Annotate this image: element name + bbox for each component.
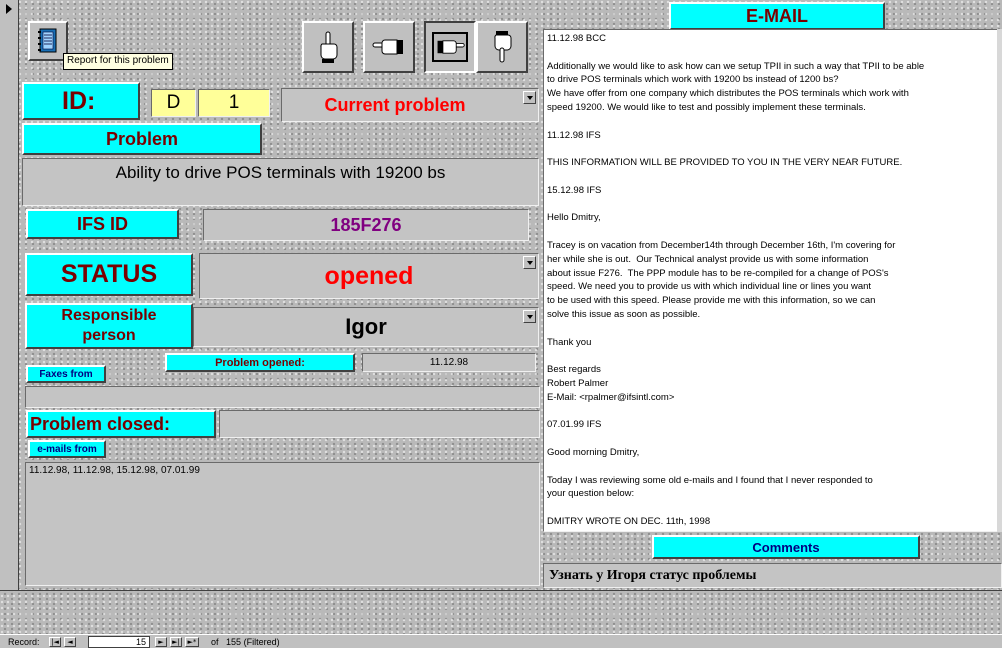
status-value: opened — [324, 261, 414, 290]
last-record-button[interactable]: ►| — [170, 637, 182, 647]
pointing-hand-up-icon — [320, 31, 338, 63]
problem-opened-label: Problem opened: — [165, 353, 355, 372]
current-problem-text: Current problem — [324, 94, 466, 115]
record-navigation-bar — [0, 634, 1002, 648]
problem-opened-field[interactable]: 11.12.98 — [362, 353, 536, 372]
id-prefix-field[interactable]: D — [151, 89, 196, 117]
problem-closed-label: Problem closed: — [26, 410, 216, 438]
email-scrollbar[interactable] — [997, 29, 1002, 532]
responsible-value: Igor — [345, 314, 387, 339]
faxes-from-label: Faxes from — [26, 365, 106, 383]
emails-from-field[interactable]: 11.12.98, 11.12.98, 15.12.98, 07.01.99 — [25, 462, 540, 586]
responsible-label: Responsible person — [25, 303, 193, 349]
email-body[interactable]: 11.12.98 BCC Additionally we would like … — [543, 29, 1002, 532]
prev-record-button[interactable]: ◄ — [64, 637, 76, 647]
nav-left-button[interactable] — [363, 21, 415, 73]
pointing-hand-left-icon — [372, 39, 403, 55]
emails-from-label: e-mails from — [28, 440, 106, 458]
current-problem-combo[interactable]: Current problem — [281, 88, 539, 122]
status-label: STATUS — [25, 253, 193, 296]
comments-value: Узнать у Игоря статус проблемы — [549, 567, 757, 583]
status-dropdown-icon[interactable] — [523, 256, 536, 269]
new-record-button[interactable]: ►* — [185, 637, 199, 647]
id-number-field[interactable]: 1 — [198, 89, 270, 117]
pointing-hand-right-icon — [437, 40, 465, 54]
faxes-from-field[interactable] — [25, 386, 540, 408]
nav-down-button[interactable] — [476, 21, 528, 73]
form-footer — [0, 590, 1002, 634]
current-problem-dropdown-icon[interactable] — [523, 91, 536, 104]
email-title: E-MAIL — [669, 2, 885, 30]
tooltip: Report for this problem — [63, 53, 173, 70]
id-label: ID: — [22, 82, 140, 120]
record-selector-bar[interactable] — [0, 0, 19, 590]
record-number-value: 15 — [135, 637, 146, 647]
responsible-dropdown-icon[interactable] — [523, 310, 536, 323]
ifs-id-label: IFS ID — [26, 209, 179, 239]
nav-right-button[interactable] — [424, 21, 476, 73]
of-label: of — [211, 637, 219, 647]
problem-text: Ability to drive POS terminals with 1920… — [115, 163, 446, 182]
next-record-button[interactable]: ► — [155, 637, 167, 647]
problem-text-field[interactable]: Ability to drive POS terminals with 1920… — [22, 158, 539, 206]
record-label: Record: — [8, 637, 40, 647]
record-number-input[interactable]: 15 — [88, 636, 150, 648]
ifs-id-field[interactable]: 185F276 — [203, 209, 529, 241]
record-selector-arrow-icon — [6, 4, 12, 14]
record-total: 155 — [226, 637, 242, 647]
report-book-icon — [38, 28, 57, 53]
responsible-combo[interactable]: Igor — [193, 307, 539, 347]
status-combo[interactable]: opened — [199, 253, 539, 299]
pointing-hand-down-icon — [494, 31, 512, 63]
report-button[interactable] — [28, 21, 68, 61]
filtered-label: (Filtered) — [243, 637, 280, 647]
problem-opened-value: 11.12.98 — [429, 357, 469, 368]
record-count: of 155 (Filtered) — [211, 637, 280, 647]
ifs-id-value: 185F276 — [330, 214, 402, 235]
nav-up-button[interactable] — [302, 21, 354, 73]
comments-field[interactable]: Узнать у Игоря статус проблемы — [543, 563, 1002, 588]
problem-label: Problem — [22, 123, 262, 155]
emails-from-value: 11.12.98, 11.12.98, 15.12.98, 07.01.99 — [29, 465, 200, 476]
problem-closed-field[interactable] — [219, 410, 540, 438]
comments-label: Comments — [652, 535, 920, 559]
first-record-button[interactable]: |◄ — [49, 637, 61, 647]
